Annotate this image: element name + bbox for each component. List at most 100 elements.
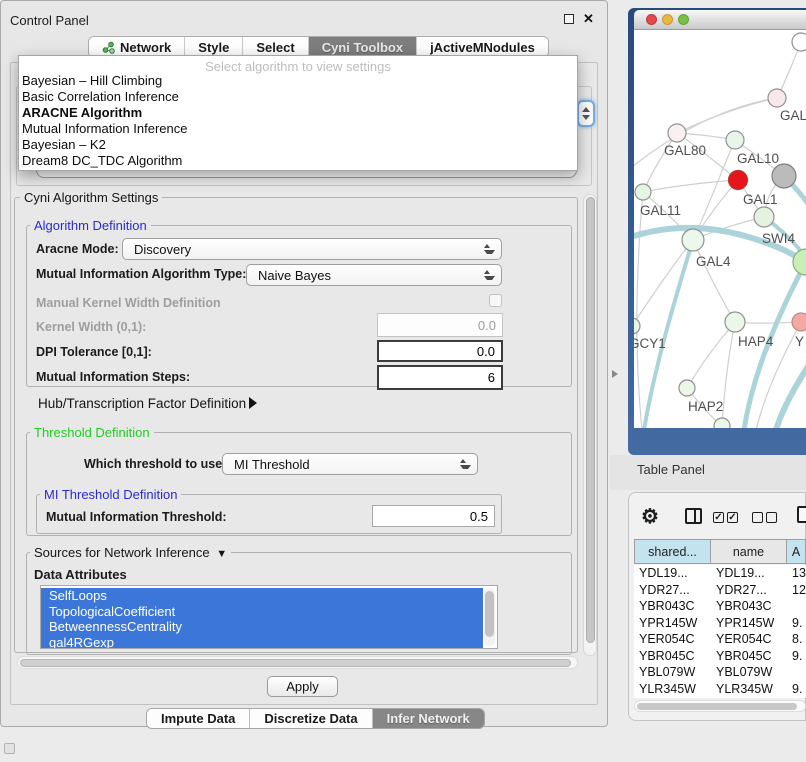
tab-select[interactable]: Select xyxy=(243,37,308,57)
network-edge[interactable] xyxy=(634,240,693,326)
hub-expand-icon[interactable] xyxy=(249,397,257,409)
network-edge[interactable] xyxy=(722,322,735,426)
aracne-mode-combo[interactable]: Discovery xyxy=(122,238,502,260)
network-canvas[interactable]: GALGAL80GAL10GAL1GAL11SWI4GAL4HAP4YGCY1H… xyxy=(634,30,806,428)
network-node[interactable] xyxy=(768,89,786,107)
settings-horizontal-scrollbar[interactable] xyxy=(17,656,578,669)
popup-item-basic-correlation-inference[interactable]: Basic Correlation Inference xyxy=(21,89,575,105)
attribute-item-selfloops[interactable]: SelfLoops xyxy=(41,588,483,604)
network-node[interactable] xyxy=(682,229,704,251)
deselect-checkbox-icon-1[interactable] xyxy=(752,512,763,523)
network-node-label: GAL1 xyxy=(743,192,778,207)
table-row[interactable]: YER054CYER054C8. xyxy=(634,631,806,648)
column-header-name[interactable]: name xyxy=(711,539,787,564)
document-icon[interactable] xyxy=(797,506,806,523)
popup-item-bayesian-k2[interactable]: Bayesian – K2 xyxy=(21,137,575,153)
popup-item-aracne-algorithm[interactable]: ARACNE Algorithm xyxy=(21,105,575,121)
zoom-window-icon[interactable] xyxy=(678,14,689,25)
tab-cyni-toolbox[interactable]: Cyni Toolbox xyxy=(309,37,417,57)
attribute-item-gal4rgexp[interactable]: gal4RGexp xyxy=(41,635,483,650)
dpi-tolerance-field[interactable]: 0.0 xyxy=(377,340,503,362)
kernel-width-field[interactable]: 0.0 xyxy=(377,313,503,337)
network-edge[interactable] xyxy=(693,240,735,322)
control-panel-title: Control Panel xyxy=(10,13,89,28)
apply-button[interactable]: Apply xyxy=(267,676,338,697)
table-cell: 12 xyxy=(787,583,806,597)
select-all-checkbox-icon-1[interactable]: ✓ xyxy=(713,512,724,523)
table-row[interactable]: YPR145WYPR145W9. xyxy=(634,615,806,632)
popup-item-mutual-information-inference[interactable]: Mutual Information Inference xyxy=(21,121,575,137)
network-edge[interactable] xyxy=(643,133,677,192)
splitpane-collapse-icon[interactable] xyxy=(612,370,618,378)
sources-title-text: Sources for Network Inference xyxy=(34,545,210,560)
network-edge[interactable] xyxy=(687,322,735,388)
sources-group-title[interactable]: Sources for Network Inference ▼ xyxy=(30,545,231,560)
settings-gear-icon[interactable]: ⚙ xyxy=(641,504,659,529)
table-horizontal-scrollbar[interactable] xyxy=(634,700,806,712)
settings-hscroll-thumb[interactable] xyxy=(20,659,571,667)
network-node[interactable] xyxy=(679,380,695,396)
column-layout-icon[interactable] xyxy=(685,508,702,524)
column-header-shared-[interactable]: shared... xyxy=(634,539,711,564)
data-attributes-list[interactable]: SelfLoopsTopologicalCoefficientBetweenne… xyxy=(40,585,498,649)
settings-vertical-scrollbar[interactable] xyxy=(583,194,597,656)
stepper-up-icon xyxy=(582,107,590,112)
settings-vscroll-thumb[interactable] xyxy=(586,197,595,643)
network-node[interactable] xyxy=(792,33,806,51)
network-window-titlebar[interactable] xyxy=(634,10,806,30)
network-node[interactable] xyxy=(714,418,730,428)
bottom-tab-impute-data[interactable]: Impute Data xyxy=(147,709,250,728)
network-node[interactable] xyxy=(635,184,651,200)
attribute-item-topologicalcoefficient[interactable]: TopologicalCoefficient xyxy=(41,604,483,620)
attribute-item-betweennesscentrality[interactable]: BetweennessCentrality xyxy=(41,619,483,635)
network-node[interactable] xyxy=(754,207,774,227)
attr-scroll-thumb[interactable] xyxy=(485,591,494,637)
mi-threshold-field[interactable]: 0.5 xyxy=(372,505,495,527)
network-node[interactable] xyxy=(726,131,744,149)
network-node[interactable] xyxy=(725,312,745,332)
column-divider xyxy=(694,510,696,522)
network-node[interactable] xyxy=(792,313,806,331)
network-node[interactable] xyxy=(772,164,796,188)
tab-network[interactable]: Network xyxy=(89,37,185,57)
tab-style[interactable]: Style xyxy=(185,37,243,57)
attr-list-scrollbar[interactable] xyxy=(484,588,495,646)
table-hscroll-thumb[interactable] xyxy=(637,703,797,710)
hub-section-label[interactable]: Hub/Transcription Factor Definition xyxy=(38,396,246,411)
bottom-tab-infer-network[interactable]: Infer Network xyxy=(373,709,484,728)
mi-steps-field[interactable]: 6 xyxy=(377,365,503,390)
network-edge[interactable] xyxy=(776,360,806,428)
deselect-checkbox-icon-2[interactable] xyxy=(766,512,777,523)
network-node-label: HAP4 xyxy=(738,334,774,349)
table-row[interactable]: YLR345WYLR345W9. xyxy=(634,681,806,698)
column-header-a[interactable]: A xyxy=(787,539,806,564)
minimize-window-icon[interactable] xyxy=(662,14,673,25)
close-window-icon[interactable] xyxy=(646,14,657,25)
close-panel-icon[interactable]: ✕ xyxy=(583,11,594,27)
network-node[interactable] xyxy=(729,171,748,190)
algorithm-combo-stepper[interactable] xyxy=(577,100,595,127)
table-row[interactable]: YBR043CYBR043C xyxy=(634,598,806,615)
which-threshold-label: Which threshold to use: xyxy=(84,457,226,471)
network-edge[interactable] xyxy=(644,240,693,428)
table-row[interactable]: YIL053CYIL053C9. xyxy=(634,697,806,698)
network-edge[interactable] xyxy=(643,180,738,192)
popup-item-dream8-dc-tdc-algorithm[interactable]: Dream8 DC_TDC Algorithm xyxy=(21,153,575,169)
combo-stepper-icon xyxy=(484,270,495,280)
sources-collapse-icon[interactable]: ▼ xyxy=(213,548,227,560)
table-row[interactable]: YDR27...YDR27...12 xyxy=(634,582,806,599)
panel-grip[interactable] xyxy=(4,743,15,754)
table-row[interactable]: YBR045CYBR045C9. xyxy=(634,648,806,665)
tab-jactivemnodules[interactable]: jActiveMNodules xyxy=(417,37,548,57)
network-node[interactable] xyxy=(668,124,686,142)
bottom-tab-discretize-data[interactable]: Discretize Data xyxy=(250,709,372,728)
table-row[interactable]: YDL19...YDL19...13 xyxy=(634,565,806,582)
popup-item-bayesian-hill-climbing[interactable]: Bayesian – Hill Climbing xyxy=(21,73,575,89)
manual-kernel-checkbox[interactable] xyxy=(489,294,502,307)
float-window-icon[interactable] xyxy=(564,14,574,24)
table-row[interactable]: YBL079WYBL079W xyxy=(634,664,806,681)
mi-type-combo[interactable]: Naive Bayes xyxy=(246,264,502,286)
which-threshold-combo[interactable]: MI Threshold xyxy=(222,453,478,475)
select-all-checkbox-icon-2[interactable]: ✓ xyxy=(727,512,738,523)
network-node[interactable] xyxy=(634,318,640,334)
